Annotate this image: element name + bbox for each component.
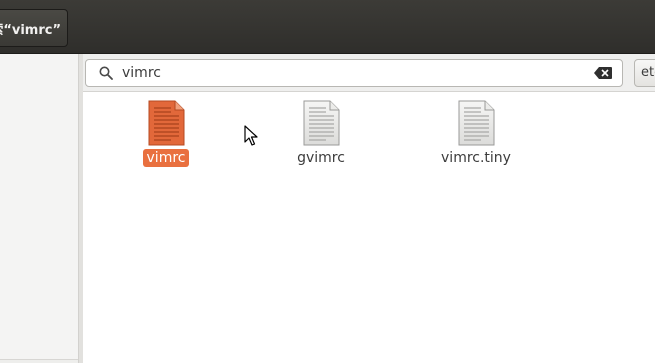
file-name: vimrc.tiny	[441, 150, 511, 166]
title-tab-label: 索“vimrc”	[0, 22, 61, 38]
search-results: vimrc gvimrc vimrc.tiny	[83, 92, 655, 363]
text-document-icon	[148, 100, 185, 146]
search-icon	[99, 66, 113, 80]
clear-text-icon[interactable]	[594, 67, 612, 79]
search-box[interactable]	[85, 59, 623, 87]
file-name: vimrc	[118, 149, 214, 167]
file-item-gvimrc[interactable]: gvimrc	[273, 98, 369, 178]
search-input[interactable]	[122, 63, 582, 83]
file-item-vimrc-tiny[interactable]: vimrc.tiny	[428, 98, 524, 178]
text-document-icon	[458, 100, 495, 146]
file-item-vimrc[interactable]: vimrc	[118, 98, 214, 178]
sidebar-bottom-edge	[0, 359, 78, 363]
search-title-tab[interactable]: 索“vimrc”	[0, 9, 68, 47]
file-name: gvimrc	[297, 150, 345, 166]
text-document-icon	[303, 100, 340, 146]
title-bar: 索“vimrc”	[0, 0, 655, 54]
mouse-pointer-icon	[244, 125, 258, 146]
location-button[interactable]: etc	[634, 59, 655, 87]
search-bar: etc	[83, 54, 655, 92]
sidebar	[0, 54, 78, 363]
